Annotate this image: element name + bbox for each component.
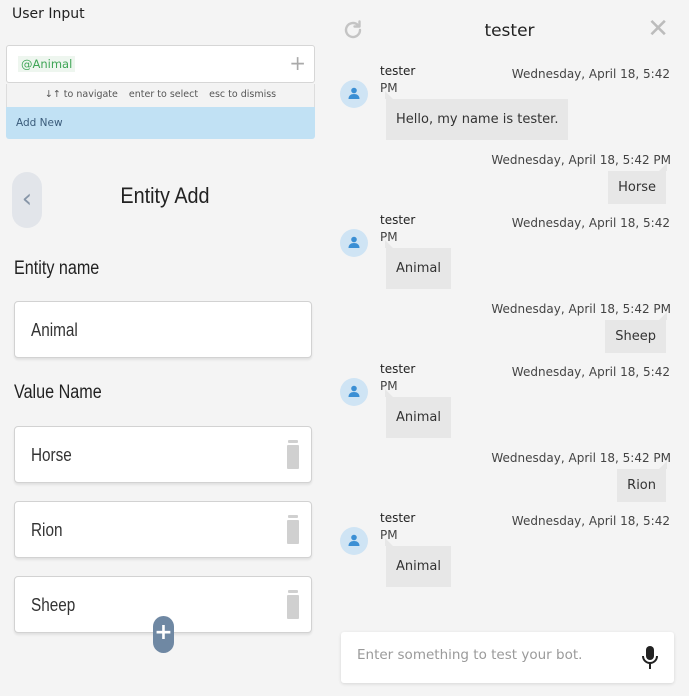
user-icon — [348, 87, 360, 99]
entity-name-value: Animal — [31, 320, 78, 340]
chat-input[interactable] — [357, 647, 627, 663]
form-title: Entity Add — [120, 183, 210, 208]
add-value-button[interactable]: + — [153, 616, 174, 653]
value-text: Horse — [31, 445, 72, 465]
suggestion-add-new[interactable]: Add New — [6, 107, 315, 139]
user-input-panel: User Input @Animal + ↓↑ to navigate ente… — [0, 0, 330, 696]
avatar — [340, 80, 368, 108]
entity-name-label: Entity name — [14, 258, 100, 279]
sender-name: tester — [380, 213, 416, 227]
avatar — [340, 378, 368, 406]
bot-message: Hello, my name is tester. — [384, 91, 569, 140]
close-icon[interactable]: ✕ — [647, 16, 669, 42]
chat-title: tester — [484, 21, 535, 41]
message-time: Wednesday, April 18, 5:42 — [511, 514, 670, 528]
message-time: Wednesday, April 18, 5:42 PM — [491, 451, 671, 465]
avatar — [340, 229, 368, 257]
message-time: Wednesday, April 18, 5:42 — [511, 365, 670, 379]
message-time: Wednesday, April 18, 5:42 PM — [491, 302, 671, 316]
chat-panel: tester ✕ tester PM Wednesday, April 18, … — [330, 0, 689, 696]
bot-message: Animal — [385, 389, 451, 438]
user-icon — [348, 534, 360, 546]
trash-icon[interactable] — [287, 590, 299, 620]
sender-name: tester — [380, 362, 416, 376]
message-time: Wednesday, April 18, 5:42 — [511, 67, 670, 81]
user-icon — [348, 385, 360, 397]
user-message: Rion — [617, 461, 667, 502]
entity-name-field[interactable]: Animal — [14, 301, 312, 358]
keyboard-hint-bar: ↓↑ to navigate enter to select esc to di… — [6, 84, 315, 107]
sender-name: tester — [380, 511, 416, 525]
bot-message: Animal — [385, 538, 451, 587]
hint-select: enter to select — [128, 89, 199, 100]
chat-input-box — [341, 632, 674, 683]
hint-navigate: ↓↑ to navigate — [44, 89, 118, 100]
user-message: Sheep — [605, 312, 667, 353]
user-icon — [348, 236, 360, 248]
hint-dismiss: esc to dismiss — [209, 89, 277, 100]
avatar — [340, 527, 368, 555]
value-name-label: Value Name — [14, 382, 102, 403]
entity-input[interactable]: @Animal + — [6, 45, 315, 83]
user-message: Horse — [608, 163, 667, 204]
trash-icon[interactable] — [287, 440, 299, 470]
message-time: Wednesday, April 18, 5:42 PM — [491, 153, 671, 167]
entity-token[interactable]: @Animal — [18, 56, 76, 72]
message-time: Wednesday, April 18, 5:42 — [511, 216, 670, 230]
sender-name: tester — [380, 64, 416, 78]
panel-title: User Input — [12, 6, 85, 22]
bot-message: Animal — [385, 240, 451, 289]
value-field-rion[interactable]: Rion — [14, 501, 312, 558]
plus-icon[interactable]: + — [289, 53, 306, 73]
value-field-horse[interactable]: Horse — [14, 426, 312, 483]
value-text: Sheep — [31, 595, 76, 615]
mic-icon[interactable] — [641, 645, 659, 671]
trash-icon[interactable] — [287, 515, 299, 545]
value-text: Rion — [31, 520, 63, 540]
